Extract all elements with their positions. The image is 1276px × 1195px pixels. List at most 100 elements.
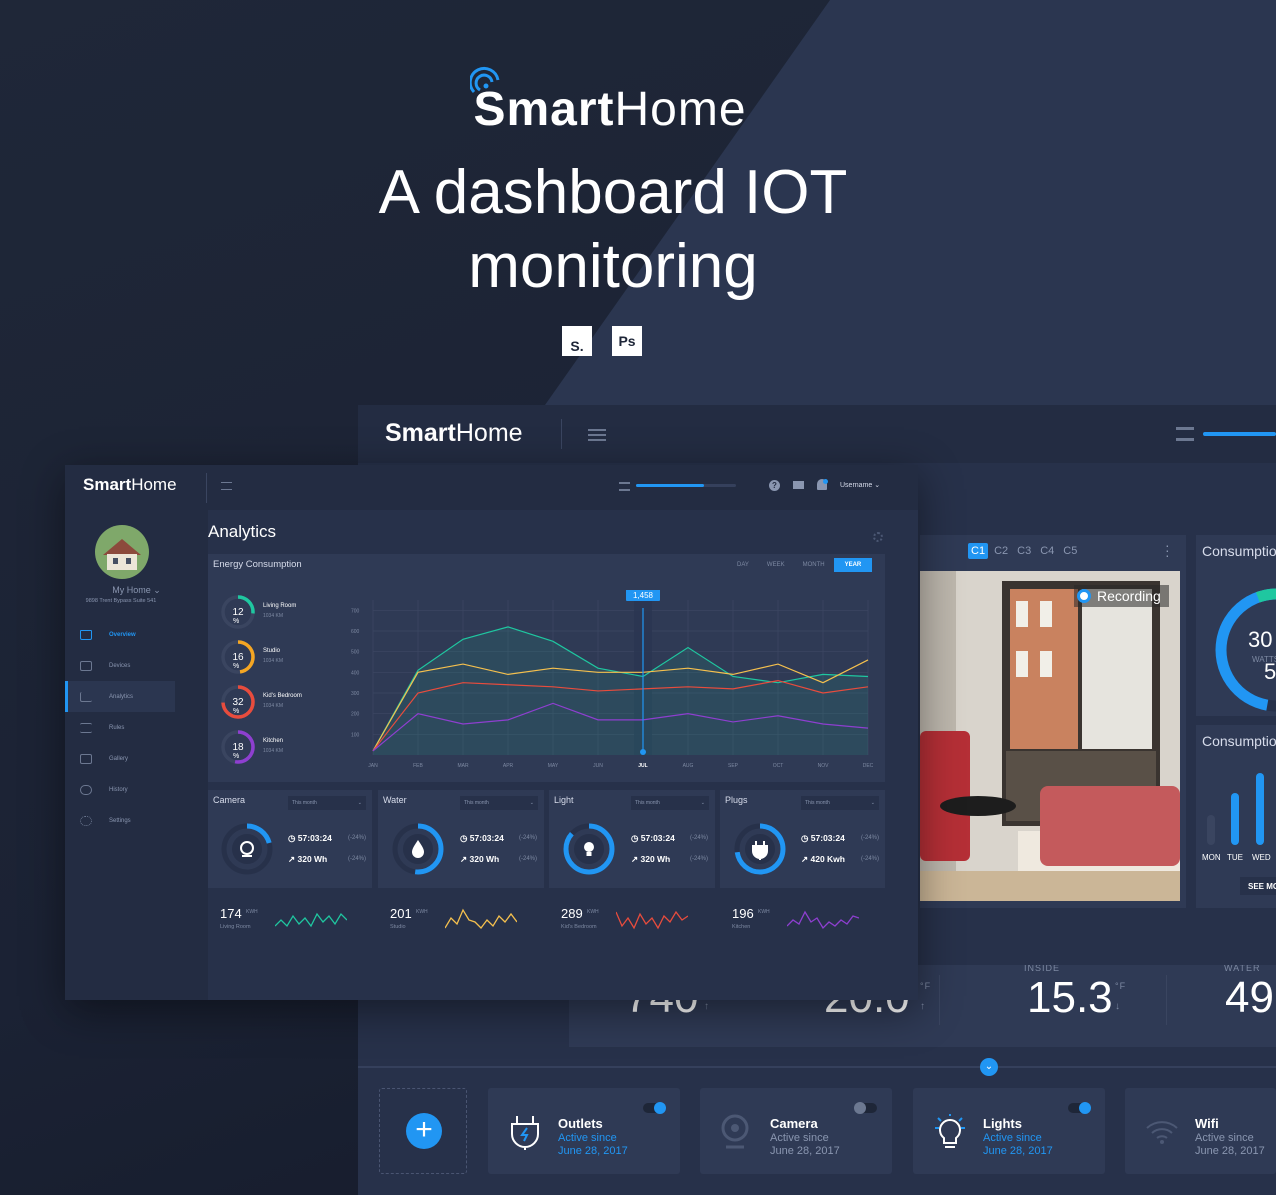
filter-select[interactable]: This month ⌄ (801, 796, 879, 810)
reading-arrow-inside: ↓ (1115, 1001, 1120, 1012)
username-menu[interactable]: Username ⌄ (840, 481, 880, 489)
reading-value-inside: 15.3 (1027, 973, 1113, 1022)
sparkline (616, 910, 688, 930)
filter-value: This month (805, 800, 830, 806)
device-lights[interactable]: Lights Active since June 28, 2017 (913, 1088, 1105, 1174)
device-camera[interactable]: Camera Active since June 28, 2017 (700, 1088, 892, 1174)
nav-rules[interactable]: Rules (65, 712, 175, 743)
period-week[interactable]: WEEK (758, 558, 794, 572)
more-icon[interactable]: · · · (1165, 538, 1170, 562)
spark-value: 174 (220, 906, 242, 921)
back-logo-light: Home (455, 419, 523, 447)
room-pct: 32 (232, 697, 244, 708)
period-tabs: DAY WEEK MONTH YEAR (728, 558, 873, 572)
tab-c4[interactable]: C4 (1037, 543, 1057, 559)
wifi-signal-icon (470, 66, 500, 94)
help-icon[interactable]: ? (769, 480, 780, 491)
period-year[interactable]: YEAR (833, 558, 873, 572)
list-icon[interactable] (619, 482, 630, 491)
device-toggle[interactable] (643, 1102, 666, 1114)
tab-c5[interactable]: C5 (1060, 543, 1080, 559)
room-sub: 1034 KM (263, 613, 284, 619)
x-tick-label: OCT (773, 763, 784, 769)
time-value: 57:03:24 (810, 833, 845, 843)
spark-kids-bedroom: 289 KWH Kid's Bedroom (561, 906, 711, 936)
add-icon[interactable]: + (406, 1113, 442, 1149)
device-wifi[interactable]: Wifi Active since June 28, 2017 (1125, 1088, 1276, 1174)
chevron-down-icon: ⌄ (700, 800, 705, 806)
home-icon (80, 629, 92, 640)
spark-room: Living Room (220, 924, 251, 930)
bar-mon (1207, 815, 1215, 845)
mini-energy: ↗ 420 Kwh (801, 854, 845, 864)
consumption-sub: 5 (1264, 659, 1276, 684)
period-month[interactable]: MONTH (794, 558, 834, 572)
mini-title: Light (554, 795, 574, 805)
mail-icon[interactable] (793, 481, 804, 489)
device-name: Camera (770, 1116, 818, 1131)
home-selector[interactable]: My Home ⌄ (65, 585, 208, 596)
see-more-button[interactable]: SEE MORE (1240, 877, 1276, 895)
reading-unit-2: °F (920, 981, 932, 991)
highlight-label: 1,458 (633, 591, 654, 600)
device-toggle[interactable] (1068, 1102, 1091, 1114)
nav-analytics[interactable]: Analytics (65, 681, 175, 712)
list-icon[interactable] (1176, 427, 1194, 441)
energy-card: Energy Consumption DAY WEEK MONTH YEAR 1… (208, 554, 885, 782)
menu-icon[interactable] (221, 482, 232, 490)
filter-select[interactable]: This month ⌄ (460, 796, 538, 810)
tab-c3[interactable]: C3 (1014, 543, 1034, 559)
highlight-dot (640, 749, 646, 755)
divider (358, 1066, 1276, 1068)
chevron-down-icon: ⌄ (357, 800, 362, 806)
back-topbar: Smart Home (358, 405, 1276, 463)
add-device-tile[interactable]: + (379, 1088, 467, 1174)
chevron-down-icon[interactable]: ⌄ (980, 1058, 998, 1076)
period-day[interactable]: DAY (728, 558, 758, 572)
y-tick-label: 700 (351, 608, 360, 614)
mini-delta: (-24%) (348, 856, 367, 862)
tab-c2[interactable]: C2 (991, 543, 1011, 559)
room-sub: 1034 KM (263, 658, 284, 664)
front-topbar: Smart Home ? Username ⌄ (65, 465, 918, 510)
tab-c1[interactable]: C1 (968, 543, 989, 559)
spark-room: Kitchen (732, 924, 751, 930)
username: Username (840, 482, 873, 489)
notification-dot (823, 479, 828, 484)
nav-devices[interactable]: Devices (65, 650, 175, 681)
progress-bar (1203, 432, 1276, 436)
gear-icon[interactable] (873, 532, 883, 542)
mini-energy: ↗ 320 Wh (460, 854, 500, 864)
camera-card: C1 C2 C3 C4 C5 · · · Recording (920, 535, 1186, 908)
room-pct-sign: % (233, 753, 240, 760)
series-area (373, 626, 868, 755)
mini-energy: ↗ 320 Wh (288, 854, 328, 864)
y-tick-label: 500 (351, 650, 360, 656)
x-tick-label: NOV (818, 763, 830, 769)
divider (561, 419, 562, 449)
device-toggle[interactable] (854, 1102, 877, 1114)
chevron-down-icon: ⌄ (870, 800, 875, 806)
avatar[interactable] (95, 525, 149, 579)
mini-ring (221, 823, 273, 875)
spark-room: Studio (390, 924, 406, 930)
nav-history[interactable]: History (65, 774, 175, 805)
filter-select[interactable]: This month ⌄ (631, 796, 709, 810)
spark-studio: 201 KWH Studio (390, 906, 540, 936)
consumption-title-2: Consumption (1202, 733, 1276, 749)
nav-label: Settings (109, 817, 131, 824)
photoshop-badge: Ps (612, 326, 642, 356)
x-tick-label: MAY (548, 763, 559, 769)
nav-overview[interactable]: Overview (65, 619, 175, 650)
nav-gallery[interactable]: Gallery (65, 743, 175, 774)
mini-delta: (-24%) (861, 856, 880, 862)
menu-icon[interactable] (588, 429, 606, 441)
device-outlets[interactable]: Outlets Active since June 28, 2017 (488, 1088, 680, 1174)
filter-select[interactable]: This month ⌄ (288, 796, 366, 810)
spark-living-room: 174 KWH Living Room (220, 906, 370, 936)
x-tick-label: JUL (638, 763, 647, 769)
mini-delta: (-24%) (519, 856, 538, 862)
mini-time: ◷ 57:03:24 (801, 833, 845, 843)
day-mon: MON (1202, 853, 1221, 862)
nav-settings[interactable]: Settings (65, 805, 175, 836)
